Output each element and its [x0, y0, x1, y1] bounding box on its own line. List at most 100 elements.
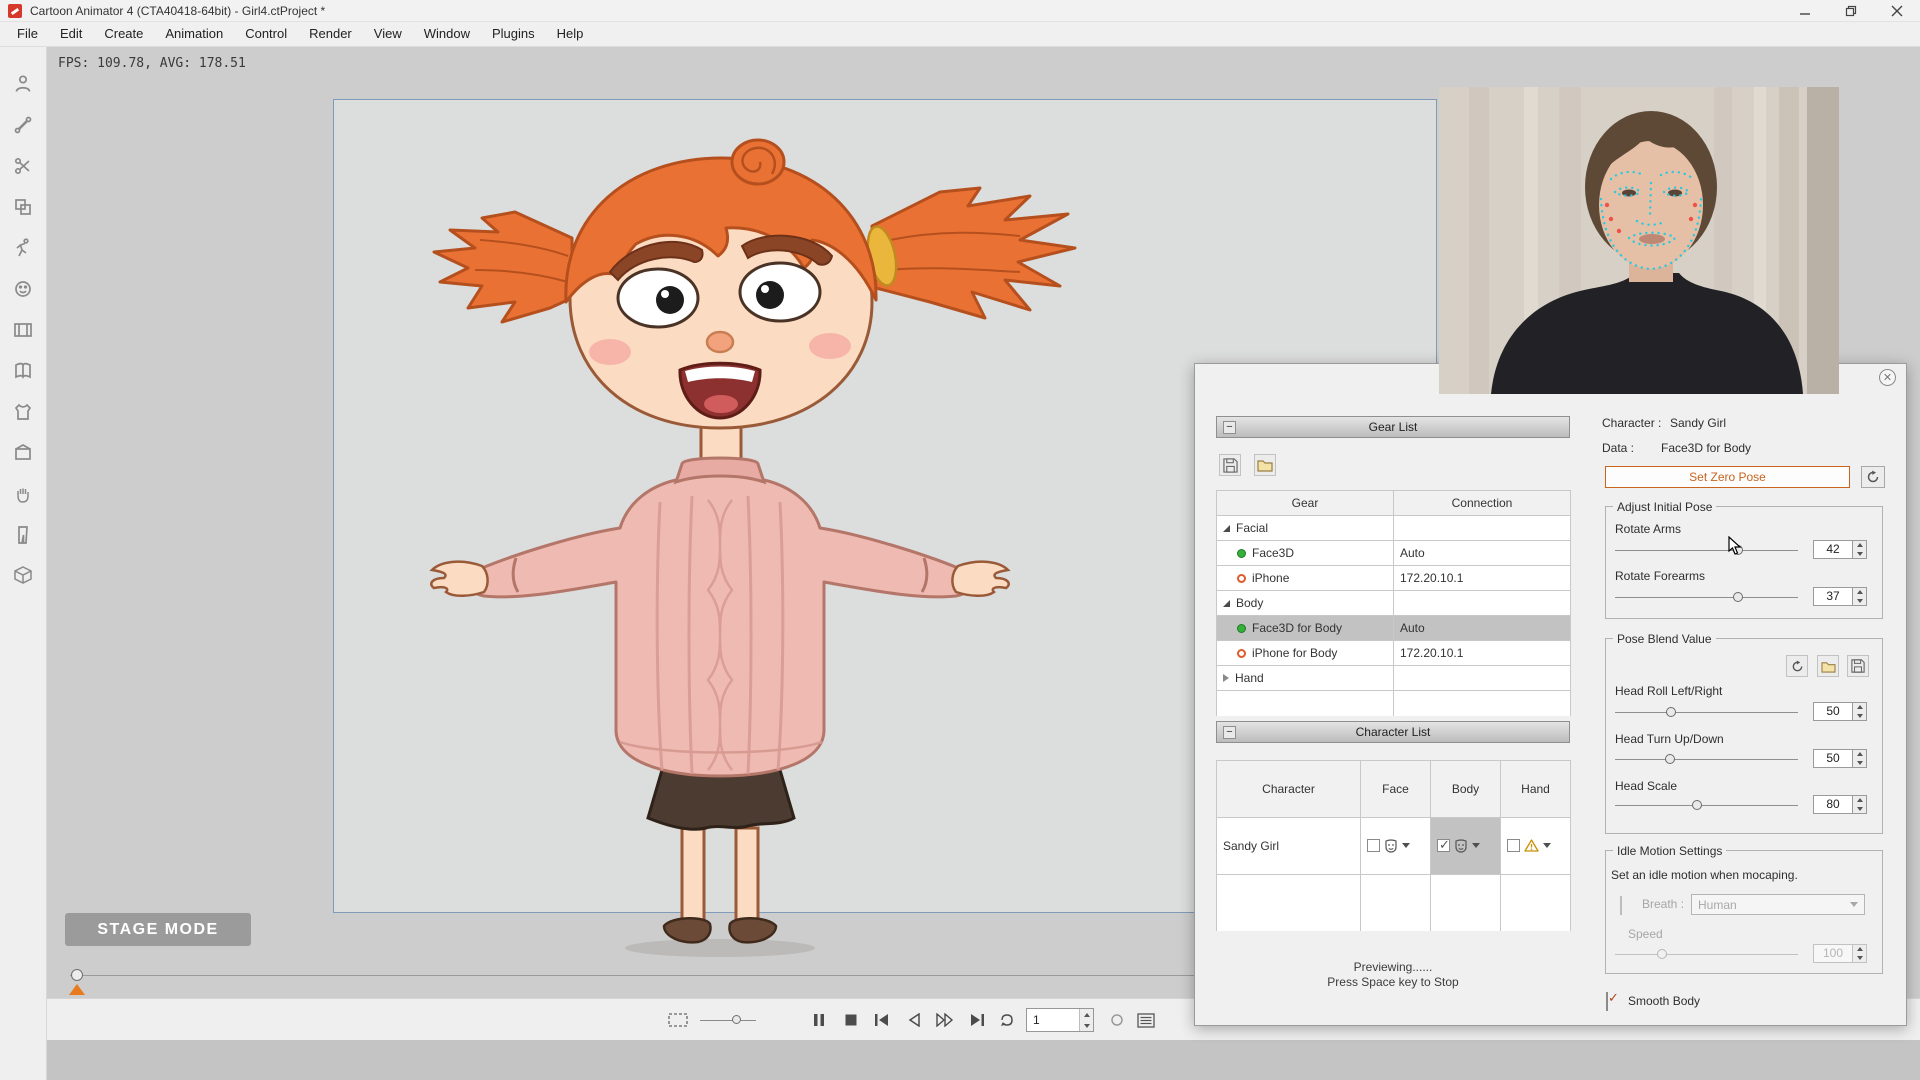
head-turn-down-icon[interactable]: [1853, 759, 1866, 768]
face-enable-checkbox[interactable]: [1367, 839, 1380, 852]
save-blend-icon[interactable]: [1847, 655, 1869, 677]
set-zero-pose-button[interactable]: Set Zero Pose: [1605, 466, 1850, 488]
menu-edit[interactable]: Edit: [49, 22, 93, 46]
head-turn-spin[interactable]: 50: [1813, 749, 1867, 768]
load-blend-folder-icon[interactable]: [1817, 655, 1839, 677]
head-roll-slider[interactable]: [1615, 706, 1798, 718]
speed-up-icon[interactable]: [1853, 945, 1866, 954]
head-turn-value[interactable]: 50: [1813, 749, 1853, 768]
character-list-collapse-icon[interactable]: −: [1223, 726, 1236, 739]
head-scale-spin[interactable]: 80: [1813, 795, 1867, 814]
gear-row-face3d[interactable]: Face3D Auto: [1217, 541, 1571, 566]
menu-view[interactable]: View: [363, 22, 413, 46]
rotate-arms-value[interactable]: 42: [1813, 540, 1853, 559]
menu-animation[interactable]: Animation: [154, 22, 234, 46]
hand-enable-checkbox[interactable]: [1507, 839, 1520, 852]
minimize-button[interactable]: [1786, 0, 1824, 22]
timeline-scrub-thumb[interactable]: [71, 969, 83, 981]
head-roll-up-icon[interactable]: [1853, 703, 1866, 712]
menu-render[interactable]: Render: [298, 22, 363, 46]
speed-slider[interactable]: [1615, 948, 1798, 960]
rotate-forearms-slider-thumb[interactable]: [1733, 592, 1743, 602]
expander-open-icon[interactable]: [1223, 600, 1230, 607]
frame-spin-up-icon[interactable]: [1080, 1009, 1093, 1020]
speed-down-icon[interactable]: [1853, 954, 1866, 963]
speed-spin[interactable]: 100: [1813, 944, 1867, 963]
cartoon-character[interactable]: [420, 130, 1090, 960]
frame-spin-down-icon[interactable]: [1080, 1020, 1093, 1031]
head-turn-slider[interactable]: [1615, 753, 1798, 765]
gear-row-facial[interactable]: Facial: [1217, 516, 1571, 541]
rotate-arms-up-icon[interactable]: [1853, 541, 1866, 550]
zoom-slider-thumb[interactable]: [732, 1015, 741, 1024]
character-list-header[interactable]: − Character List: [1216, 721, 1570, 743]
frame-number-input[interactable]: 1: [1026, 1008, 1094, 1032]
gear-list-collapse-icon[interactable]: −: [1223, 421, 1236, 434]
bone-icon[interactable]: [10, 112, 36, 138]
head-turn-up-icon[interactable]: [1853, 750, 1866, 759]
rotate-forearms-up-icon[interactable]: [1853, 588, 1866, 597]
breath-type-dropdown[interactable]: Human: [1691, 894, 1865, 915]
close-button[interactable]: [1878, 0, 1916, 22]
stage-mode-button[interactable]: STAGE MODE: [65, 913, 251, 946]
menu-create[interactable]: Create: [93, 22, 154, 46]
head-scale-up-icon[interactable]: [1853, 796, 1866, 805]
body-enable-checkbox[interactable]: [1437, 839, 1450, 852]
head-roll-down-icon[interactable]: [1853, 712, 1866, 721]
gear-list-header[interactable]: − Gear List: [1216, 416, 1570, 438]
gear-row-iphone-for-body[interactable]: iPhone for Body 172.20.10.1: [1217, 641, 1571, 666]
hand-gear-dropdown-icon[interactable]: [1543, 843, 1551, 848]
previous-frame-button[interactable]: [903, 1009, 925, 1031]
head-roll-value[interactable]: 50: [1813, 702, 1853, 721]
head-scale-slider[interactable]: [1615, 799, 1798, 811]
head-turn-slider-thumb[interactable]: [1665, 754, 1675, 764]
refresh-pose-icon[interactable]: [1861, 466, 1885, 488]
rotate-forearms-down-icon[interactable]: [1853, 597, 1866, 606]
prop-box-icon[interactable]: [10, 440, 36, 466]
rotate-arms-spin[interactable]: 42: [1813, 540, 1867, 559]
motion-icon[interactable]: [10, 235, 36, 261]
character-row-sandy-girl[interactable]: Sandy Girl: [1217, 817, 1571, 874]
edit-scissors-icon[interactable]: [10, 153, 36, 179]
frame-number-value[interactable]: 1: [1027, 1009, 1079, 1031]
menu-control[interactable]: Control: [234, 22, 298, 46]
frame-spinner[interactable]: [1079, 1009, 1093, 1031]
render-film-icon[interactable]: [10, 317, 36, 343]
go-to-start-button[interactable]: [871, 1009, 893, 1031]
menu-file[interactable]: File: [6, 22, 49, 46]
menu-help[interactable]: Help: [546, 22, 595, 46]
face-gear-dropdown-icon[interactable]: [1402, 843, 1410, 848]
head-scale-slider-thumb[interactable]: [1692, 800, 1702, 810]
zoom-slider-track[interactable]: [700, 1020, 756, 1021]
pause-button[interactable]: [808, 1009, 830, 1031]
actor-icon[interactable]: [10, 71, 36, 97]
face-icon[interactable]: [10, 276, 36, 302]
speed-value[interactable]: 100: [1813, 944, 1853, 963]
wardrobe-shirt-icon[interactable]: [10, 399, 36, 425]
smooth-body-checkbox[interactable]: [1606, 992, 1608, 1011]
body-mask-icon[interactable]: [1454, 839, 1468, 853]
gear-row-iphone[interactable]: iPhone 172.20.10.1: [1217, 566, 1571, 591]
record-indicator-icon[interactable]: [1106, 1009, 1128, 1031]
rotate-forearms-value[interactable]: 37: [1813, 587, 1853, 606]
rotate-forearms-slider[interactable]: [1615, 591, 1798, 603]
rotate-forearms-spin[interactable]: 37: [1813, 587, 1867, 606]
head-roll-slider-thumb[interactable]: [1666, 707, 1676, 717]
save-gear-icon[interactable]: [1219, 454, 1241, 476]
restore-button[interactable]: [1832, 0, 1870, 22]
panel-close-icon[interactable]: ✕: [1879, 369, 1896, 386]
breath-checkbox[interactable]: [1620, 896, 1622, 915]
gear-row-body[interactable]: Body: [1217, 591, 1571, 616]
gear-row-hand[interactable]: Hand: [1217, 666, 1571, 691]
menu-window[interactable]: Window: [413, 22, 481, 46]
content-book-icon[interactable]: [10, 358, 36, 384]
play-forward-button[interactable]: [934, 1009, 956, 1031]
gear-row-face3d-for-body[interactable]: Face3D for Body Auto: [1217, 616, 1571, 641]
rotate-arms-down-icon[interactable]: [1853, 550, 1866, 559]
expander-open-icon[interactable]: [1223, 525, 1230, 532]
rotate-arms-slider[interactable]: [1615, 544, 1798, 556]
hand-warning-icon[interactable]: [1524, 839, 1539, 852]
menu-plugins[interactable]: Plugins: [481, 22, 546, 46]
hand-icon[interactable]: [10, 481, 36, 507]
loop-button[interactable]: [996, 1009, 1018, 1031]
